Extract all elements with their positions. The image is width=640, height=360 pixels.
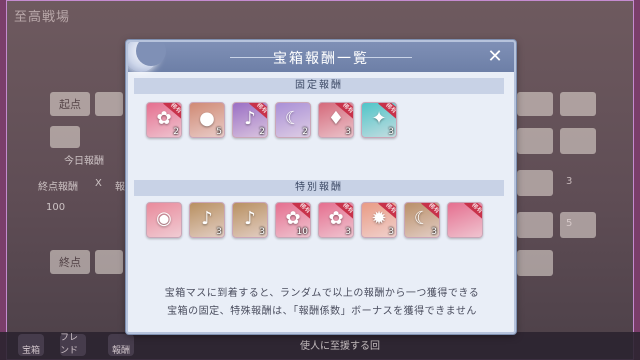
item-count: 3 [216,227,222,237]
end-label: 終点 [59,256,81,269]
reward-item-orb-stand[interactable]: ◉ [146,202,182,238]
start-tile: 起点 [50,92,90,116]
item-count: 3 [259,227,265,237]
reward-button-label: 報酬 [111,346,130,356]
points-value: 100 [46,202,66,213]
fixed-reward-list: ✿ 稀有 2 ● 5 ♪ 稀有 2 ☾ 2 ♦ 稀有 3 ✦ 稀有 3 [146,102,397,138]
special-reward-list: ◉ ♪ 3 ♪ 3 ✿ 稀有 10 ✿ 稀有 3 ✹ 稀有 3 ☾ 稀有 3 稀有 [146,202,483,238]
reward-item-pink-fan[interactable]: ✿ 稀有 10 [275,202,311,238]
coin-icon: ● [199,108,215,129]
item-count: 3 [388,127,394,137]
item-count: 3 [431,227,437,237]
board-tile [517,212,553,238]
bell-green-icon: ♪ [201,208,213,229]
item-count: 2 [173,127,179,137]
tile-number: 5 [566,218,573,229]
orb-stand-icon: ◉ [156,208,172,229]
reward-item-bell-green[interactable]: ♪ 3 [189,202,225,238]
dialog-title: 宝箱報酬一覧 [273,51,369,67]
item-count: 5 [216,127,222,137]
description-line-1: 宝箱マスに到着すると、ランダムで以上の報酬から一つ獲得できる [164,288,480,299]
close-button[interactable]: ✕ [484,46,506,68]
chest-button-label: 宝箱 [21,346,40,356]
board-tile [95,250,123,274]
reward-list-dialog: 宝箱報酬一覧 ✕ 固定報酬 ✿ 稀有 2 ● 5 ♪ 稀有 2 ☾ 2 ♦ 稀有 3 ✦ 稀有 3 特別報酬 … [126,40,516,334]
reward-glyph: 報 [115,182,125,193]
friend-button[interactable]: フレンド [60,333,86,356]
friend-button-label: フレンド [60,333,79,356]
board-tile [517,92,553,116]
board-tile [517,170,553,196]
start-label: 起点 [59,98,81,111]
special-reward-header: 特別報酬 [134,180,504,196]
reward-item-bell-gold[interactable]: ♪ 3 [232,202,268,238]
rare-badge: 稀有 [464,203,482,221]
chest-button[interactable]: 宝箱 [18,334,44,356]
dialog-header: 宝箱報酬一覧 ✕ [128,42,514,72]
board-tile [560,128,596,154]
reward-item-partial[interactable]: 稀有 [447,202,483,238]
reward-item-pink-fan-2[interactable]: ✿ 稀有 3 [318,202,354,238]
end-reward-label: 終点報酬 [38,182,78,193]
item-count: 3 [345,227,351,237]
reward-item-pouch[interactable]: ♦ 稀有 3 [318,102,354,138]
reward-item-coin[interactable]: ● 5 [189,102,225,138]
item-count: 2 [302,127,308,137]
reward-button[interactable]: 報酬 [108,334,134,356]
bottom-hint: 使人に至援する回 [300,341,380,352]
board-title: 至高戦場 [14,10,71,25]
moon-icon: ☾ [284,108,302,129]
item-count: 2 [259,127,265,137]
reward-item-moon[interactable]: ☾ 2 [275,102,311,138]
reward-item-crystal[interactable]: ✦ 稀有 3 [361,102,397,138]
reward-item-pink-fan[interactable]: ✿ 稀有 2 [146,102,182,138]
item-count: 3 [388,227,394,237]
multiply-sign: X [95,178,102,189]
item-count: 10 [296,227,308,237]
reward-item-bell[interactable]: ♪ 稀有 2 [232,102,268,138]
reward-item-sun-badge[interactable]: ✹ 稀有 3 [361,202,397,238]
board-tile [560,92,596,116]
board-tile [517,250,553,276]
description-line-2: 宝箱の固定、特殊報酬は、「報酬係数」ボーナスを獲得できません [167,306,477,317]
board-tile [517,128,553,154]
board-tile [50,126,80,148]
bell-gold-icon: ♪ [244,208,256,229]
board-tile [95,92,123,116]
end-tile: 終点 [50,250,90,274]
reward-item-moon-badge[interactable]: ☾ 稀有 3 [404,202,440,238]
item-count: 3 [345,127,351,137]
title-ornament-right [358,57,412,58]
today-reward-label: 今日報酬 [64,156,104,167]
fixed-reward-header: 固定報酬 [134,78,504,94]
tile-number: 3 [566,176,573,187]
